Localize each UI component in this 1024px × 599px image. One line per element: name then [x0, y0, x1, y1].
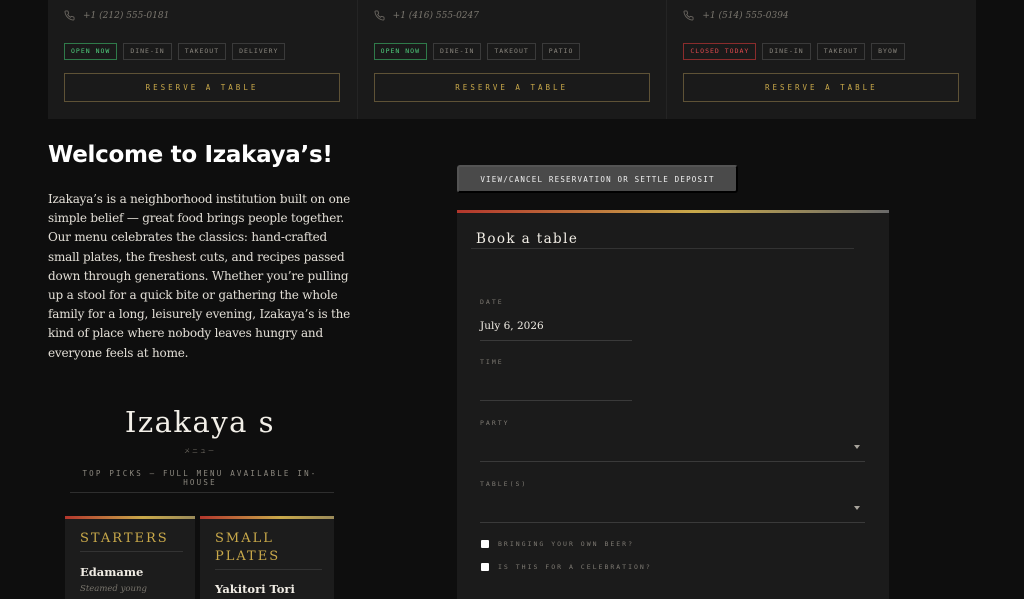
service-tag: TAKEOUT: [816, 43, 866, 60]
byob-label: BRINGING YOUR OWN BEER?: [498, 540, 635, 548]
divider: [471, 248, 854, 249]
menu-item-name: Edamame: [80, 565, 144, 579]
chevron-down-icon: [854, 506, 860, 510]
time-field[interactable]: [480, 380, 632, 398]
tables-select[interactable]: [480, 497, 864, 521]
menu-subtitle-glyphs: メニュー: [183, 448, 216, 455]
reserve-table-button[interactable]: RESERVE A TABLE: [683, 73, 960, 102]
celebration-option[interactable]: IS THIS FOR A CELEBRATION?: [481, 563, 652, 571]
chevron-down-icon: [854, 445, 860, 449]
service-tag: DELIVERY: [232, 43, 286, 60]
service-tag: TAKEOUT: [487, 43, 536, 60]
welcome-text: Izakaya’s is a neighborhood institution …: [48, 192, 351, 360]
phone-number: +1 (514) 555-0394: [702, 10, 789, 21]
locations-strip: +1 (212) 555-0181 OPEN NOW DINE-IN TAKEO…: [48, 0, 976, 119]
phone-number: +1 (212) 555-0181: [83, 10, 170, 21]
tables-label: TABLE(S): [480, 480, 528, 488]
menu-logo: Izakaya s: [124, 405, 276, 439]
menu-column-title: SMALL PLATES: [215, 531, 281, 564]
date-field[interactable]: July 6, 2026: [480, 320, 544, 332]
status-badge: OPEN NOW: [373, 43, 427, 60]
booking-title: Book a table: [476, 231, 579, 247]
party-select[interactable]: [480, 436, 864, 460]
location-tags: CLOSED TODAY DINE-IN TAKEOUT BYOW: [683, 43, 905, 60]
divider: [215, 569, 322, 570]
location-card: +1 (514) 555-0394 CLOSED TODAY DINE-IN T…: [667, 0, 976, 119]
location-phone[interactable]: +1 (514) 555-0394: [683, 10, 789, 21]
menu-column-starters: STARTERS Edamame Steamed young: [65, 516, 195, 599]
service-tag: DINE-IN: [123, 43, 172, 60]
tables-select-underline: [480, 522, 865, 523]
phone-icon: [64, 10, 75, 21]
service-tag: TAKEOUT: [177, 43, 227, 60]
location-phone[interactable]: +1 (416) 555-0247: [374, 10, 479, 21]
status-badge: CLOSED TODAY: [683, 43, 757, 60]
location-tags: OPEN NOW DINE-IN TAKEOUT DELIVERY: [64, 43, 286, 60]
byob-option[interactable]: BRINGING YOUR OWN BEER?: [481, 540, 634, 548]
booking-form: Book a table DATE July 6, 2026 TIME PART…: [457, 210, 889, 599]
phone-icon: [683, 10, 694, 21]
time-label: TIME: [480, 358, 504, 366]
byob-checkbox[interactable]: [481, 540, 489, 548]
service-tag: DINE-IN: [762, 43, 811, 60]
location-card: +1 (212) 555-0181 OPEN NOW DINE-IN TAKEO…: [48, 0, 358, 119]
menu-column-small-plates: SMALL PLATES Yakitori Tori: [200, 516, 334, 599]
menu-preview: Izakaya s メニュー TOP PICKS — FULL MENU AVA…: [48, 383, 352, 599]
date-field-underline: [480, 340, 632, 341]
time-field-underline: [480, 400, 632, 401]
location-tags: OPEN NOW DINE-IN TAKEOUT PATIO: [373, 43, 581, 60]
party-select-underline: [480, 461, 865, 462]
divider: [80, 551, 183, 552]
menu-tagline: TOP PICKS — FULL MENU AVAILABLE IN-HOUSE: [82, 469, 318, 487]
celebration-label: IS THIS FOR A CELEBRATION?: [498, 563, 652, 571]
location-phone[interactable]: +1 (212) 555-0181: [64, 10, 169, 21]
service-tag: BYOW: [871, 43, 905, 60]
location-card: +1 (416) 555-0247 OPEN NOW DINE-IN TAKEO…: [358, 0, 668, 119]
divider: [70, 492, 334, 493]
reserve-table-button[interactable]: RESERVE A TABLE: [64, 73, 340, 102]
welcome-title: Welcome to Izakaya’s!: [48, 142, 333, 168]
service-tag: PATIO: [541, 43, 581, 60]
date-label: DATE: [480, 298, 504, 306]
phone-number: +1 (416) 555-0247: [392, 10, 479, 21]
view-cancel-reservation-button[interactable]: VIEW/CANCEL RESERVATION OR SETTLE DEPOSI…: [457, 165, 738, 193]
party-label: PARTY: [480, 419, 510, 427]
menu-column-title: STARTERS: [80, 531, 169, 546]
phone-icon: [374, 10, 385, 21]
service-tag: DINE-IN: [432, 43, 482, 60]
reserve-table-button[interactable]: RESERVE A TABLE: [373, 73, 650, 102]
celebration-checkbox[interactable]: [481, 563, 489, 571]
status-badge: OPEN NOW: [64, 43, 118, 60]
menu-item-description: Steamed young: [80, 584, 147, 594]
menu-item-name: Yakitori Tori: [215, 582, 295, 596]
